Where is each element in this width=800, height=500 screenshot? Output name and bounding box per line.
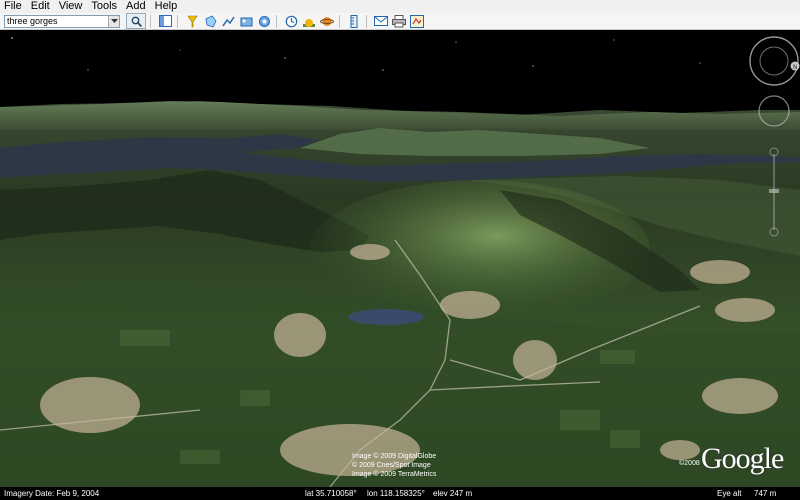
record-tour-icon: [258, 15, 270, 27]
menu-edit[interactable]: Edit: [27, 0, 55, 13]
print-icon: [392, 14, 406, 27]
look-joystick[interactable]: [749, 36, 799, 86]
elevation-readout: elev 247 m: [433, 489, 473, 498]
longitude-readout: lon 118.158325°: [367, 489, 425, 498]
add-path-button[interactable]: [220, 14, 236, 28]
toolbar-separator: [177, 14, 178, 28]
menu-tools[interactable]: Tools: [87, 0, 122, 13]
copyright-text: ©2008: [679, 460, 700, 467]
sunlight-icon: [303, 18, 315, 27]
zoom-slider[interactable]: [769, 147, 779, 237]
eye-alt-value: 747 m: [754, 489, 777, 498]
menu-bar: File Edit View Tools Add Help: [0, 0, 800, 13]
attribution-line: © 2009 Cnes/Spot Image: [352, 462, 431, 469]
toolbar-separator: [339, 14, 340, 28]
polygon-icon: [205, 14, 216, 27]
imagery-date: Imagery Date: Feb 9, 2004: [4, 489, 100, 498]
add-placemark-button[interactable]: [184, 14, 200, 28]
zoom-slider-thumb[interactable]: [769, 189, 779, 193]
path-icon: [221, 16, 235, 26]
add-image-overlay-button[interactable]: [238, 14, 254, 28]
historical-imagery-icon: [285, 15, 297, 27]
email-icon: [374, 16, 388, 26]
menu-help[interactable]: Help: [151, 0, 183, 13]
historical-imagery-button[interactable]: [283, 14, 299, 28]
eye-alt-label: Eye alt: [717, 489, 742, 498]
view-in-maps-icon: [410, 14, 424, 28]
placemark-icon: [186, 15, 198, 27]
ruler-icon: [350, 14, 358, 28]
sidebar-icon: [158, 15, 172, 27]
view-in-maps-button[interactable]: [409, 14, 425, 28]
attribution-line: Image © 2009 DigitalGlobe: [352, 453, 437, 460]
navigation-controls: N: [749, 36, 800, 237]
sunlight-button[interactable]: [301, 14, 317, 28]
toolbar-separator: [150, 14, 151, 28]
search-box: [4, 14, 120, 28]
toolbar-separator: [366, 14, 367, 28]
small-reservoir: [348, 309, 424, 325]
add-polygon-button[interactable]: [202, 14, 218, 28]
chevron-down-icon: [110, 18, 118, 23]
status-bar: Imagery Date: Feb 9, 2004 lat 35.710058°…: [0, 487, 800, 500]
latitude-readout: lat 35.710058°: [305, 489, 357, 498]
search-dropdown-button[interactable]: [108, 15, 119, 27]
imagery-attribution: Image © 2009 DigitalGlobe © 2009 Cnes/Sp…: [352, 452, 436, 479]
email-button[interactable]: [373, 14, 389, 28]
attribution-line: Image © 2009 TerraMetrics: [352, 471, 437, 478]
menu-view[interactable]: View: [55, 0, 88, 13]
search-input[interactable]: [5, 15, 111, 27]
google-logo: Google: [701, 442, 784, 475]
north-up-button[interactable]: N: [790, 61, 800, 72]
menu-add[interactable]: Add: [122, 0, 151, 13]
switch-planets-button[interactable]: [319, 14, 335, 28]
toolbar-separator: [276, 14, 277, 28]
move-joystick[interactable]: [758, 95, 790, 127]
search-icon: [131, 16, 142, 27]
north-icon: N: [793, 64, 798, 71]
ruler-button[interactable]: [346, 14, 362, 28]
toolbar: [0, 13, 800, 30]
sidebar-button[interactable]: [157, 14, 173, 28]
menu-file[interactable]: File: [0, 0, 27, 13]
planets-icon: [320, 16, 334, 26]
print-button[interactable]: [391, 14, 407, 28]
record-tour-button[interactable]: [256, 14, 272, 28]
earth-3d-view[interactable]: [0, 30, 800, 487]
search-button[interactable]: [126, 13, 146, 29]
image-overlay-icon: [240, 17, 252, 26]
